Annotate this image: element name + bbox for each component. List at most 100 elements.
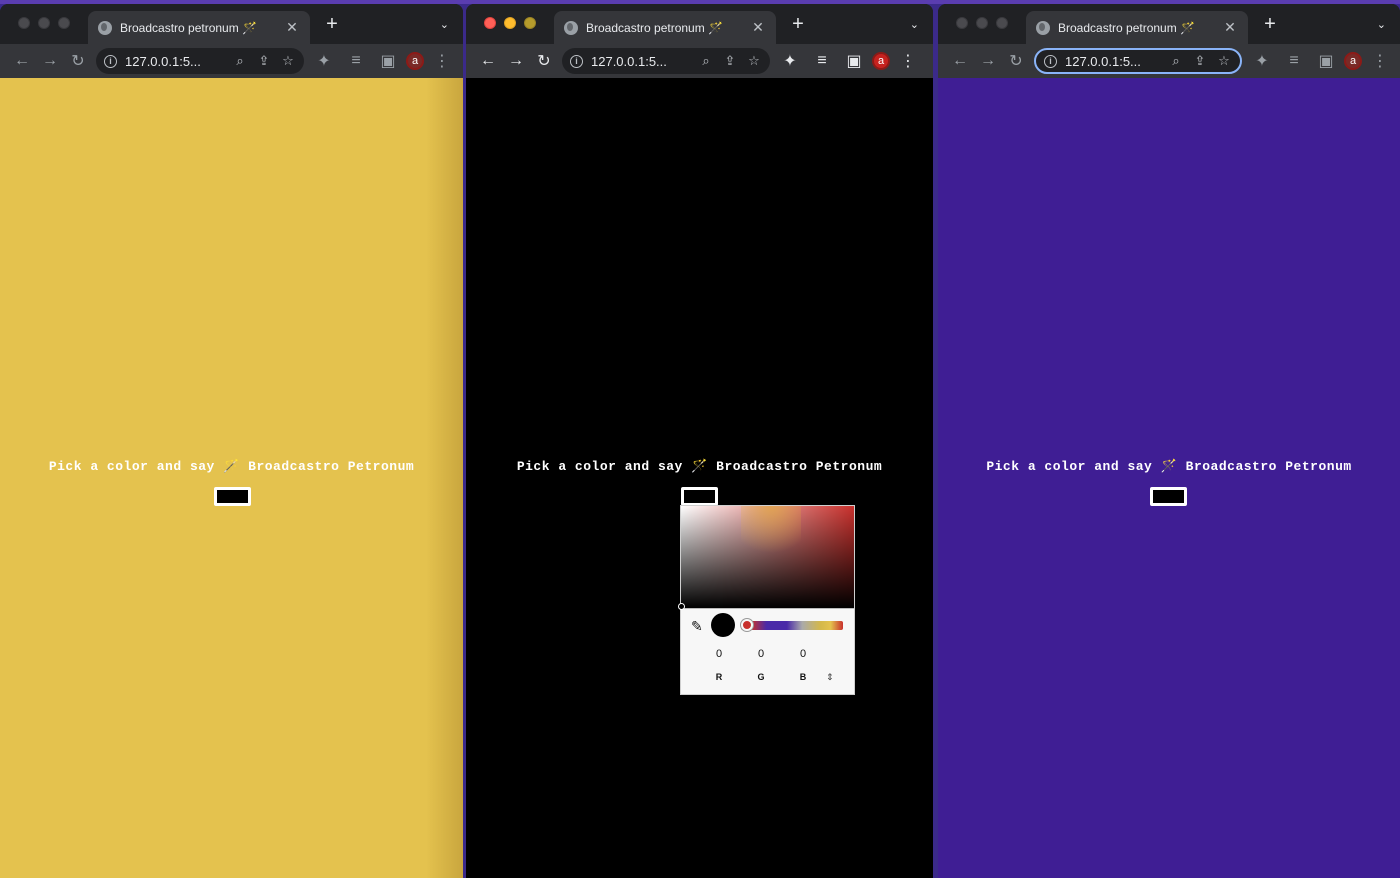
color-input[interactable] xyxy=(214,487,251,506)
red-label: R xyxy=(715,672,723,682)
window-controls xyxy=(956,17,1008,29)
tab-search-chevron-icon[interactable]: ⌄ xyxy=(1377,18,1386,31)
address-bar-url[interactable]: 127.0.0.1:5... xyxy=(125,54,224,69)
browser-toolbar: ← → ↻ i 127.0.0.1:5... ⌕ ⇪ ☆ ✦ ≡ ▣ a ⋮ xyxy=(938,44,1400,78)
color-input[interactable] xyxy=(681,487,718,506)
page-content: Pick a color and say 🪄 Broadcastro Petro… xyxy=(466,78,933,878)
minimize-window-button[interactable] xyxy=(976,17,988,29)
close-window-button[interactable] xyxy=(956,17,968,29)
browser-window-purple: Broadcastro petronum 🪄 ✕ + ⌄ ← → ↻ i 127… xyxy=(938,4,1400,878)
extensions-icon[interactable]: ✦ xyxy=(1248,47,1276,75)
color-input[interactable] xyxy=(1150,487,1187,506)
extensions-icon[interactable]: ✦ xyxy=(310,47,338,75)
browser-toolbar: ← → ↻ i 127.0.0.1:5... ⌕ ⇪ ☆ ✦ ≡ ▣ a ⋮ xyxy=(0,44,463,78)
site-info-icon[interactable]: i xyxy=(1044,54,1057,68)
new-tab-button[interactable]: + xyxy=(322,14,342,34)
side-panel-icon[interactable]: ▣ xyxy=(374,47,402,75)
forward-arrow-icon[interactable]: → xyxy=(502,47,530,75)
address-bar[interactable]: i 127.0.0.1:5... ⌕ ⇪ ☆ xyxy=(1034,48,1242,74)
zoom-window-button[interactable] xyxy=(996,17,1008,29)
red-value-input[interactable]: 0 xyxy=(701,648,737,660)
zoom-window-button[interactable] xyxy=(58,17,70,29)
address-bar-url[interactable]: 127.0.0.1:5... xyxy=(591,54,690,69)
tab-search-chevron-icon[interactable]: ⌄ xyxy=(440,18,449,31)
browser-tab[interactable]: Broadcastro petronum 🪄 ✕ xyxy=(1026,11,1248,44)
page-content: Pick a color and say 🪄 Broadcastro Petro… xyxy=(938,78,1400,878)
zoom-icon[interactable]: ⌕ xyxy=(232,53,248,69)
browser-menu-icon[interactable]: ⋮ xyxy=(1366,47,1394,75)
back-arrow-icon[interactable]: ← xyxy=(946,47,974,75)
reload-icon[interactable]: ↻ xyxy=(64,47,92,75)
address-bar-url[interactable]: 127.0.0.1:5... xyxy=(1065,54,1160,69)
profile-avatar[interactable]: a xyxy=(406,52,424,70)
bookmark-star-icon[interactable]: ☆ xyxy=(746,53,762,69)
saturation-area[interactable] xyxy=(681,506,854,609)
address-bar[interactable]: i 127.0.0.1:5... ⌕ ⇪ ☆ xyxy=(96,48,304,74)
profile-avatar[interactable]: a xyxy=(872,52,890,70)
profile-avatar[interactable]: a xyxy=(1344,52,1362,70)
green-value-input[interactable]: 0 xyxy=(743,648,779,660)
side-panel-icon[interactable]: ▣ xyxy=(840,47,868,75)
close-window-button[interactable] xyxy=(18,17,30,29)
browser-tab[interactable]: Broadcastro petronum 🪄 ✕ xyxy=(554,11,776,44)
tab-search-chevron-icon[interactable]: ⌄ xyxy=(910,18,919,31)
zoom-window-button[interactable] xyxy=(524,17,536,29)
site-info-icon[interactable]: i xyxy=(104,54,117,68)
new-tab-button[interactable]: + xyxy=(788,14,808,34)
close-tab-icon[interactable]: ✕ xyxy=(750,19,766,36)
tab-title: Broadcastro petronum 🪄 xyxy=(120,20,258,35)
bookmark-star-icon[interactable]: ☆ xyxy=(280,53,296,69)
saturation-handle[interactable] xyxy=(678,603,685,610)
reload-icon[interactable]: ↻ xyxy=(530,47,558,75)
browser-menu-icon[interactable]: ⋮ xyxy=(428,47,456,75)
media-controls-icon[interactable]: ≡ xyxy=(342,47,370,75)
eyedropper-icon[interactable]: ✎ xyxy=(691,619,705,633)
reload-icon[interactable]: ↻ xyxy=(1002,47,1030,75)
share-icon[interactable]: ⇪ xyxy=(256,53,272,69)
side-panel-icon[interactable]: ▣ xyxy=(1312,47,1340,75)
color-preview xyxy=(711,613,735,637)
close-tab-icon[interactable]: ✕ xyxy=(284,19,300,36)
close-tab-icon[interactable]: ✕ xyxy=(1222,19,1238,36)
zoom-icon[interactable]: ⌕ xyxy=(698,53,714,69)
tab-bar: Broadcastro petronum 🪄 ✕ + ⌄ xyxy=(938,4,1400,44)
browser-tab[interactable]: Broadcastro petronum 🪄 ✕ xyxy=(88,11,310,44)
toolbar-actions: ✦ ≡ ▣ a ⋮ xyxy=(310,47,456,75)
back-arrow-icon[interactable]: ← xyxy=(8,47,36,75)
minimize-window-button[interactable] xyxy=(38,17,50,29)
media-controls-icon[interactable]: ≡ xyxy=(1280,47,1308,75)
globe-icon xyxy=(564,20,578,35)
close-window-button[interactable] xyxy=(484,17,496,29)
color-picker-popup: ✎ 0 0 0 R G B ⇕ xyxy=(678,505,855,695)
forward-arrow-icon[interactable]: → xyxy=(36,47,64,75)
rgb-values: 0 0 0 xyxy=(701,648,821,660)
format-toggle-icon[interactable]: ⇕ xyxy=(826,672,834,683)
forward-arrow-icon[interactable]: → xyxy=(974,47,1002,75)
page-content: Pick a color and say 🪄 Broadcastro Petro… xyxy=(0,78,463,878)
new-tab-button[interactable]: + xyxy=(1260,14,1280,34)
address-bar[interactable]: i 127.0.0.1:5... ⌕ ⇪ ☆ xyxy=(562,48,770,74)
blue-value-input[interactable]: 0 xyxy=(785,648,821,660)
globe-icon xyxy=(98,20,112,35)
share-icon[interactable]: ⇪ xyxy=(1192,53,1208,69)
extensions-icon[interactable]: ✦ xyxy=(776,47,804,75)
blue-label: B xyxy=(799,672,807,682)
browser-menu-icon[interactable]: ⋮ xyxy=(894,47,922,75)
hue-slider[interactable] xyxy=(741,621,843,630)
toolbar-actions: ✦ ≡ ▣ a ⋮ xyxy=(1248,47,1394,75)
tab-bar: Broadcastro petronum 🪄 ✕ + ⌄ xyxy=(0,4,463,44)
window-controls xyxy=(18,17,70,29)
minimize-window-button[interactable] xyxy=(504,17,516,29)
back-arrow-icon[interactable]: ← xyxy=(474,47,502,75)
media-controls-icon[interactable]: ≡ xyxy=(808,47,836,75)
page-prompt: Pick a color and say 🪄 Broadcastro Petro… xyxy=(48,459,415,474)
zoom-icon[interactable]: ⌕ xyxy=(1168,53,1184,69)
site-info-icon[interactable]: i xyxy=(570,54,583,68)
page-prompt: Pick a color and say 🪄 Broadcastro Petro… xyxy=(516,459,883,474)
bookmark-star-icon[interactable]: ☆ xyxy=(1216,53,1232,69)
toolbar-actions: ✦ ≡ ▣ a ⋮ xyxy=(776,47,922,75)
hue-slider-handle[interactable] xyxy=(741,619,753,631)
tab-title: Broadcastro petronum 🪄 xyxy=(1058,20,1196,35)
tab-bar: Broadcastro petronum 🪄 ✕ + ⌄ xyxy=(466,4,933,44)
share-icon[interactable]: ⇪ xyxy=(722,53,738,69)
